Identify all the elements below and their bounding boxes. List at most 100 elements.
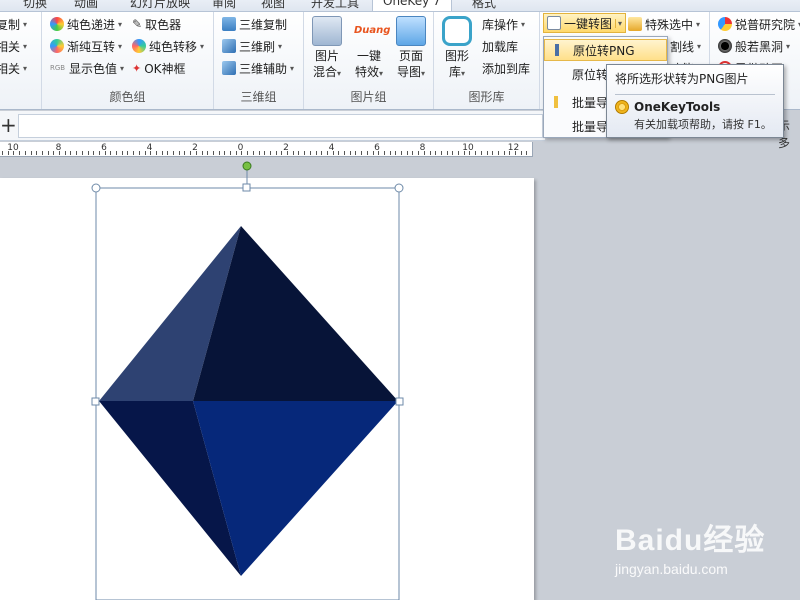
solid-gradient-button[interactable]: 纯色递进 ▾ [50, 14, 122, 34]
ruler-tick [218, 151, 220, 155]
tab-format[interactable]: 格式 [472, 0, 496, 11]
ruler-tick [275, 151, 277, 155]
rgb-icon: RGB [50, 64, 66, 72]
ruler-tick [24, 151, 26, 155]
ruler-tick [264, 151, 266, 155]
ruler-tick [230, 151, 231, 155]
ruler-tick [93, 151, 95, 155]
ruler-tick [104, 151, 106, 155]
resize-handle-top-right[interactable] [394, 183, 404, 193]
tab-onekey[interactable]: OneKey 7 [372, 0, 452, 11]
plus-icon[interactable]: + [0, 113, 17, 137]
ruler-tick [64, 151, 66, 155]
related-button-2[interactable]: 相关 ▾ [0, 58, 27, 78]
tab-animations[interactable]: 动画 [74, 0, 98, 11]
tab-developer[interactable]: 开发工具 [311, 0, 359, 11]
outline-edit-area[interactable] [18, 114, 543, 138]
chevron-down-icon: ▾ [786, 41, 791, 51]
chevron-down-icon[interactable]: ▾ [615, 18, 622, 28]
ruler-tick [235, 151, 237, 155]
resize-handle-top[interactable] [242, 183, 251, 192]
show-color-value-label: 显示色值 [69, 61, 118, 76]
menu-item-in-place-png[interactable]: 原位转PNG [544, 39, 667, 61]
group-label-image: 图片组 [350, 90, 387, 104]
color-picker-button[interactable]: ✎ 取色器 [132, 14, 181, 34]
one-click-effect-button[interactable]: Duang 一键 特效▾ [350, 16, 390, 82]
load-library-button[interactable]: 加载库 [482, 36, 518, 56]
ruler-tick [332, 151, 334, 155]
outline-toolbar: + [0, 111, 545, 141]
show-color-value-button[interactable]: RGB 显示色值 ▾ [50, 58, 124, 78]
tooltip-help: 有关加载项帮助，请按 F1。 [634, 118, 772, 131]
resize-handle-top-left[interactable] [91, 183, 101, 193]
ruler-tick [184, 151, 186, 155]
ruler-tick [520, 151, 522, 155]
ruler-tick [383, 151, 385, 155]
3d-brush-button[interactable]: 三维刷 ▾ [222, 36, 282, 56]
ruler-tick [207, 151, 209, 155]
chevron-down-icon: ▾ [697, 41, 702, 51]
one-click-effect-line2: 特效 [354, 65, 379, 79]
chevron-down-icon: ▾ [118, 41, 123, 51]
image-blend-button[interactable]: 图片 混合▾ [308, 16, 346, 82]
ruipu-institute-button[interactable]: 锐普研究院▾ [718, 14, 800, 34]
resize-handle-left[interactable] [91, 397, 100, 406]
shape-library-line2: 库 [448, 65, 461, 79]
chevron-down-icon: ▾ [23, 19, 28, 29]
related-button-1[interactable]: 相关 ▾ [0, 36, 27, 56]
tooltip-title: 将所选形状转为PNG图片 [615, 72, 749, 86]
3d-assist-button[interactable]: 三维辅助 ▾ [222, 58, 294, 78]
ruler-tick [30, 151, 32, 155]
ruler-tick [87, 151, 89, 155]
page-export-button[interactable]: 页面 导图▾ [392, 16, 430, 82]
page-export-line2: 导图 [396, 65, 421, 79]
image-stack-icon [312, 16, 342, 46]
ruler-tick [127, 151, 129, 155]
one-click-convert-button[interactable]: 一键转图 ▾ [543, 13, 627, 33]
ruler-tick [116, 151, 117, 155]
tooltip-app-row: OneKeyTools [615, 100, 775, 114]
ruler-tick [252, 151, 254, 155]
library-operations-button[interactable]: 库操作 ▾ [482, 14, 525, 34]
horizontal-ruler[interactable]: 10 8 6 4 2 0 2 4 6 8 10 12 [0, 142, 533, 157]
cut-line-button[interactable]: 割线 ▾ [670, 36, 701, 56]
ok-frame-button[interactable]: ✦ OK神框 [132, 58, 186, 78]
chevron-down-icon: ▾ [461, 69, 466, 78]
add-to-library-button[interactable]: 添加到库 [482, 58, 530, 78]
ruler-tick [155, 151, 157, 155]
ruler-tick [281, 151, 283, 155]
solid-transfer-button[interactable]: 纯色转移 ▾ [132, 36, 204, 56]
ruler-tick [338, 151, 340, 155]
chevron-down-icon: ▾ [421, 69, 426, 78]
blackhole-icon [718, 39, 732, 53]
special-select-button[interactable]: 特殊选中 ▾ [628, 14, 700, 34]
ribbon-group-image: 图片 混合▾ Duang 一键 特效▾ 页面 导图▾ 图片组 [304, 12, 434, 109]
ruler-tick [515, 151, 516, 155]
shape-library-line2-row: 库▾ [438, 64, 476, 82]
pie-icon [718, 17, 732, 31]
tab-view[interactable]: 视图 [261, 0, 285, 11]
ribbon-group-partial: 复制 ▾ 相关 ▾ 相关 ▾ [0, 12, 42, 109]
related-label: 相关 [0, 39, 21, 54]
ruler-tick [41, 151, 43, 155]
gradient-swap-button[interactable]: 渐纯互转 ▾ [50, 36, 122, 56]
tab-transitions[interactable]: 切换 [23, 0, 47, 11]
menu-item-label: 批量导 [572, 95, 609, 110]
3d-copy-button[interactable]: 三维复制 [222, 14, 287, 34]
tab-slideshow[interactable]: 幻灯片放映 [130, 0, 190, 11]
ruler-tick [395, 151, 397, 155]
rotate-handle[interactable] [242, 161, 252, 171]
ruler-tick [452, 151, 454, 155]
gear-icon [615, 100, 629, 114]
resize-handle-right[interactable] [395, 397, 404, 406]
tab-review[interactable]: 审阅 [212, 0, 236, 11]
shape-library-button[interactable]: 图形 库▾ [438, 16, 476, 82]
copy-button[interactable]: 复制 ▾ [0, 14, 27, 34]
bird-icon: ✦ [132, 61, 142, 75]
prajna-blackhole-button[interactable]: 般若黑洞 ▾ [718, 36, 790, 56]
page-export-line2-row: 导图▾ [392, 64, 430, 82]
menu-item-marker [554, 96, 558, 108]
chevron-down-icon: ▾ [200, 41, 205, 51]
color-picker-label: 取色器 [145, 17, 182, 32]
cube-icon [222, 39, 236, 53]
